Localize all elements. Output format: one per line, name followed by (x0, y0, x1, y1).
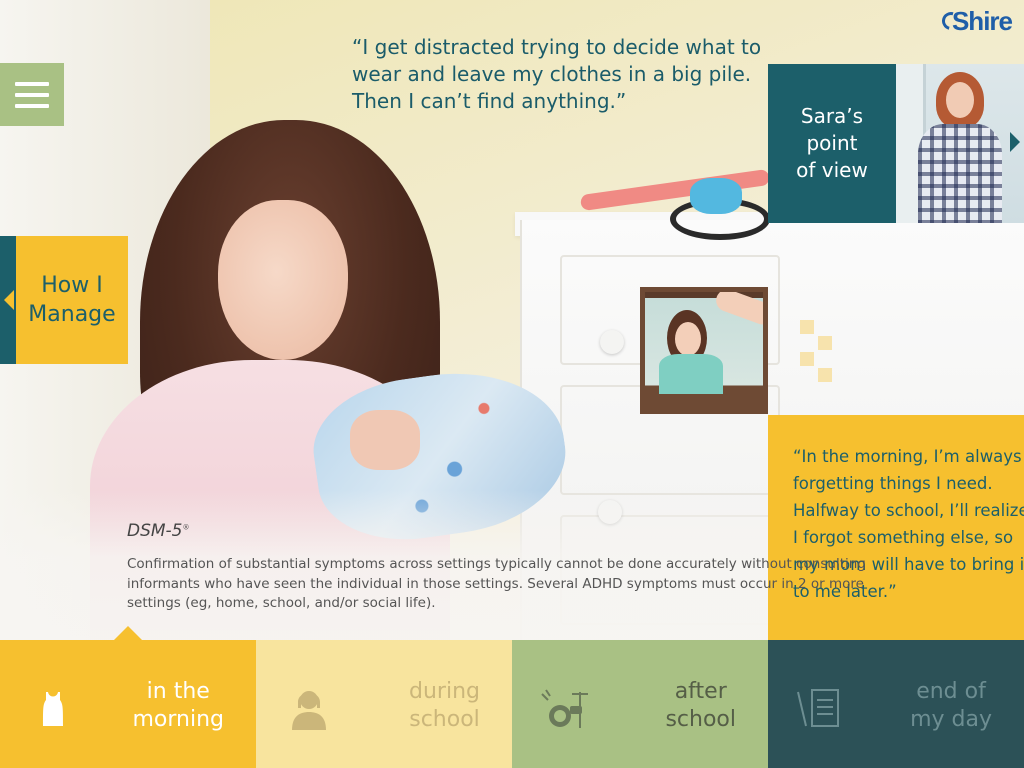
drum-kit-icon (541, 689, 588, 728)
hamburger-menu-icon (15, 103, 49, 108)
dsm-body: Confirmation of substantial symptoms acr… (127, 556, 866, 611)
sara-photo[interactable] (896, 64, 1024, 223)
nav-label-line2: my day (910, 707, 992, 732)
sara-panel-line3: of view (796, 158, 868, 182)
drawer-knob (600, 330, 624, 354)
manage-panel-label: How I Manage (28, 271, 115, 329)
thumbnail-girl-shirt (659, 354, 723, 394)
chevron-right-icon (1010, 132, 1020, 152)
chevron-left-icon (4, 290, 14, 310)
bottom-nav: in the morning during school after schoo… (0, 640, 1024, 768)
hamburger-menu-icon (15, 92, 49, 97)
sara-plaid-shirt (918, 124, 1002, 223)
nav-label-line2: school (409, 707, 480, 732)
manage-line1: How I (41, 273, 103, 298)
how-i-manage-button[interactable]: How I Manage (16, 236, 128, 364)
top-quote: “I get distracted trying to decide what … (352, 35, 762, 113)
nav-label-line1: in the (146, 679, 210, 704)
active-nav-pointer (114, 626, 142, 640)
sara-panel-label: Sara’s point of view (796, 103, 868, 184)
dsm-title-text: DSM-5 (127, 521, 183, 541)
nav-label-line1: after (674, 679, 727, 704)
nav-label-line1: end of (916, 679, 986, 704)
sara-panel-line2: point (806, 131, 858, 155)
nav-label: during school (409, 678, 480, 734)
menu-button[interactable] (0, 63, 64, 126)
notebook-icon (797, 689, 839, 727)
hamburger-menu-icon (15, 81, 49, 86)
nav-label-line2: morning (132, 707, 224, 732)
student-icon (292, 691, 326, 730)
nav-label: after school (665, 678, 736, 734)
nav-during-school[interactable]: during school (256, 640, 512, 768)
sara-face (946, 82, 974, 118)
blue-bow (690, 178, 742, 214)
tank-top-icon (43, 692, 63, 726)
shire-logo[interactable]: Shire (938, 6, 1013, 37)
thumbnail-arm (713, 292, 763, 328)
nav-label-line1: during (409, 679, 480, 704)
nav-label-line2: school (665, 707, 736, 732)
dsm-registered-mark: ® (182, 523, 190, 532)
nav-label: in the morning (132, 678, 224, 734)
logo-text: Shire (951, 6, 1013, 36)
nav-end-of-my-day[interactable]: end of my day (768, 640, 1024, 768)
sara-panel-line1: Sara’s (800, 104, 864, 128)
thumbnail-girl-face (675, 322, 701, 356)
nav-in-the-morning[interactable]: in the morning (0, 640, 256, 768)
girl-hand (350, 410, 420, 470)
mirror-video-thumbnail[interactable] (640, 287, 768, 414)
decorative-squares (800, 320, 840, 390)
dsm-title: DSM-5® (127, 521, 190, 541)
girl-face (218, 200, 348, 360)
manage-line2: Manage (28, 302, 116, 327)
nav-after-school[interactable]: after school (512, 640, 768, 768)
sara-point-of-view-button[interactable]: Sara’s point of view (768, 64, 896, 223)
nav-label: end of my day (910, 678, 992, 734)
